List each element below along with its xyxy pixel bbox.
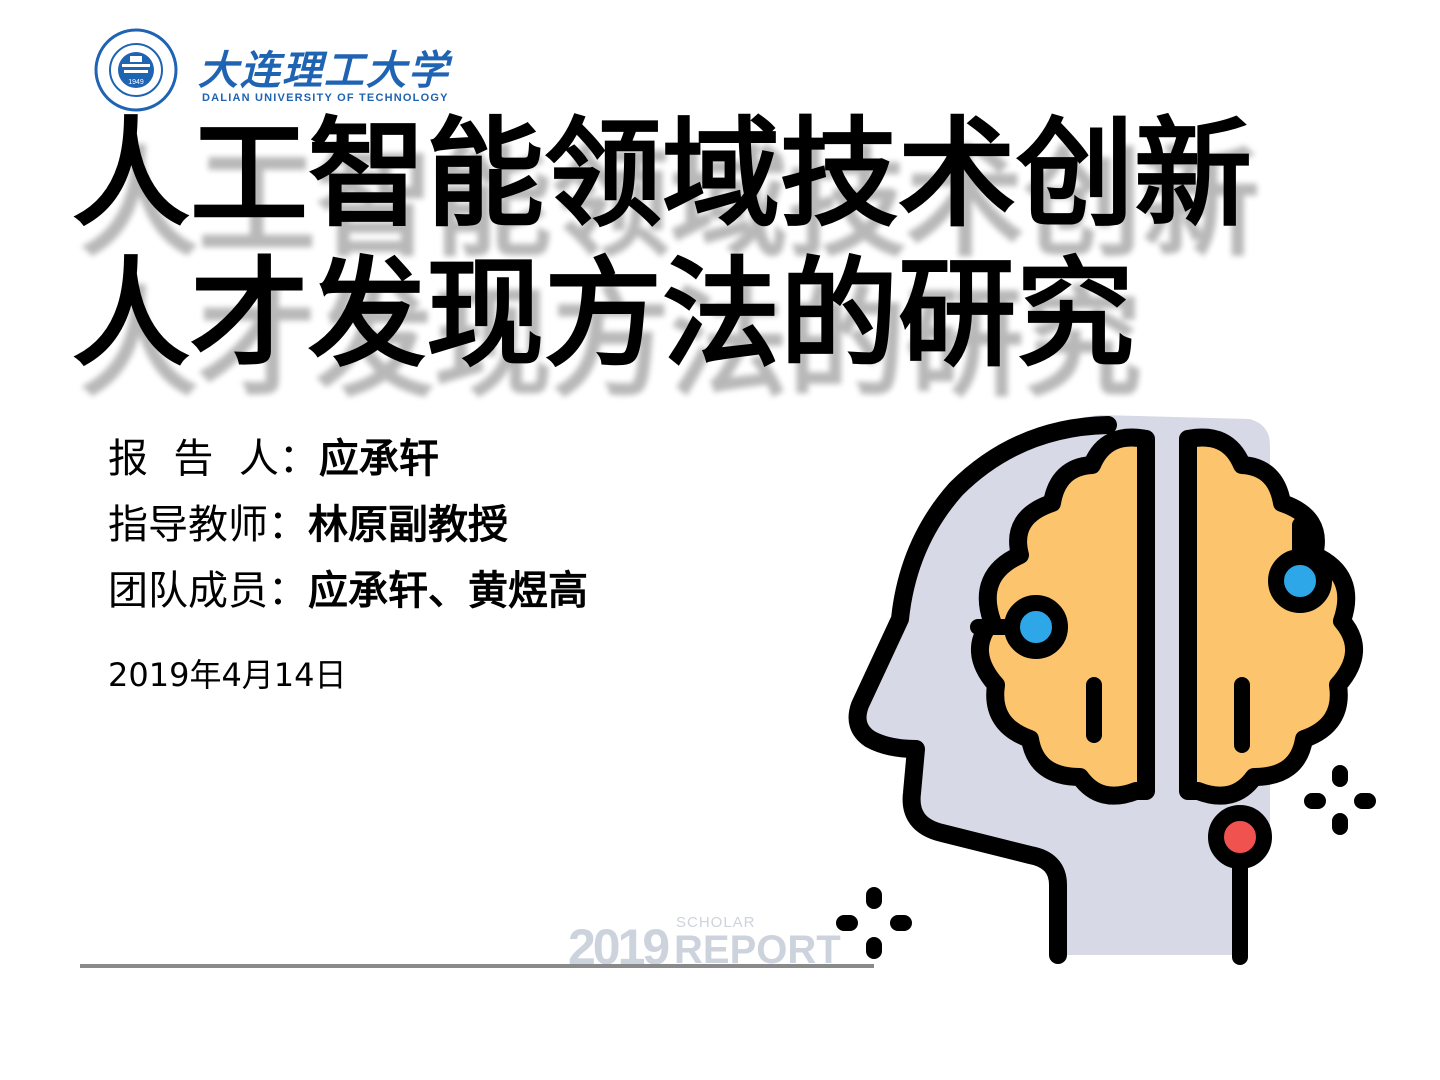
university-logo: 1949 大连理工大学 DALIAN UNIVERSITY OF TECHNOL… <box>94 28 448 112</box>
team-row: 团队成员：应承轩、黄煜高 <box>108 558 588 616</box>
scholar-report-watermark: 2019 SCHOLAR REPORT <box>568 914 841 975</box>
slide-title: 人工智能领域技术创新 人才发现方法的研究 <box>72 104 1412 384</box>
footer-divider <box>80 964 874 968</box>
university-name-en: DALIAN UNIVERSITY OF TECHNOLOGY <box>202 92 449 104</box>
ai-head-brain-icon <box>836 415 1376 965</box>
presentation-date: 2019年4月14日 <box>108 656 347 694</box>
reporter-name: 应承轩 <box>318 436 439 482</box>
seal-year: 1949 <box>128 79 144 86</box>
reporter-row: 报 告 人：应承轩 <box>108 426 439 484</box>
team-members: 应承轩、黄煜高 <box>308 568 588 614</box>
title-line-2: 人才发现方法的研究 <box>72 245 1135 383</box>
reporter-label: 报 告 人： <box>108 436 319 482</box>
title-line-1: 人工智能领域技术创新 <box>72 105 1253 243</box>
team-label: 团队成员： <box>108 568 308 614</box>
advisor-name: 林原副教授 <box>308 502 508 548</box>
university-name-cn: 大连理工大学 <box>198 47 450 94</box>
advisor-label: 指导教师： <box>108 502 308 548</box>
advisor-row: 指导教师：林原副教授 <box>108 492 508 550</box>
university-seal-icon: 1949 <box>94 28 178 112</box>
